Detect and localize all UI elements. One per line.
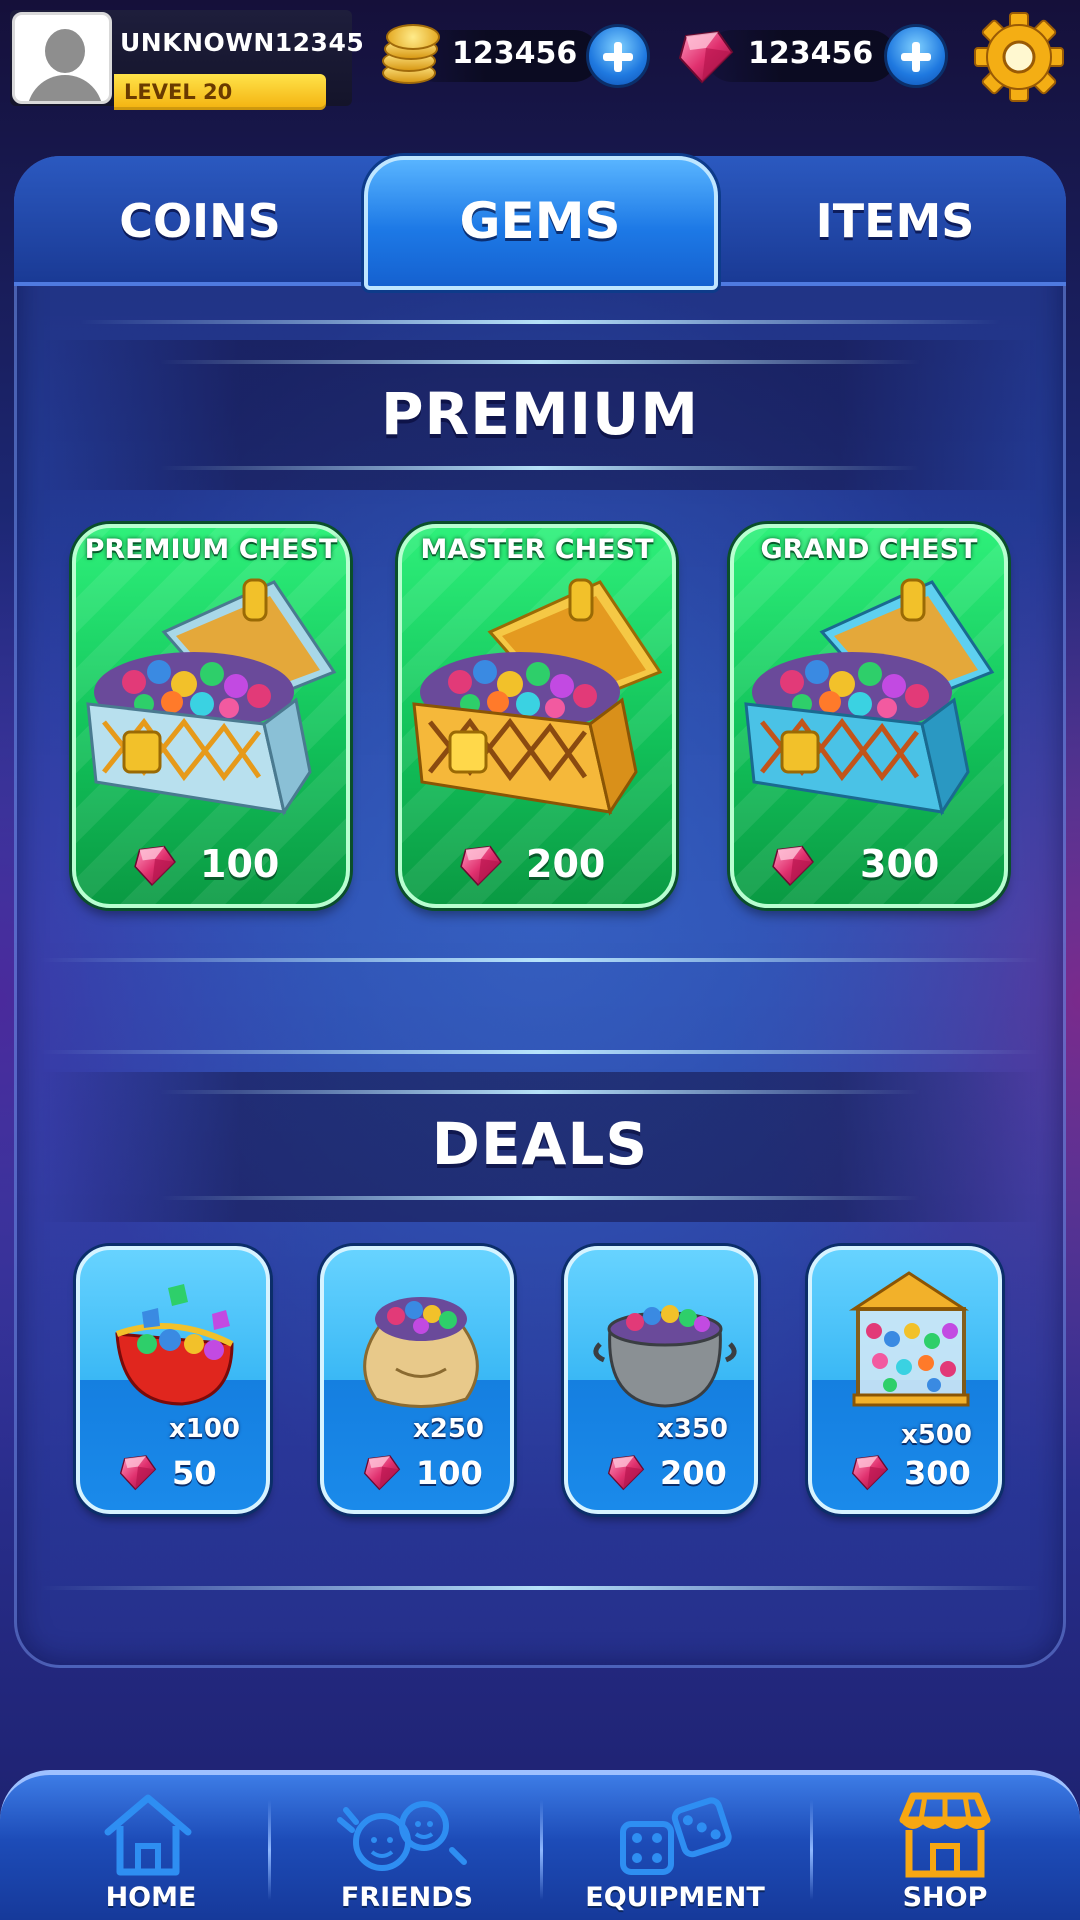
- gems-amount: 123456: [748, 36, 874, 71]
- chest-card-master[interactable]: MASTER CHEST 200: [398, 524, 676, 908]
- tab-coins[interactable]: COINS: [60, 156, 340, 286]
- settings-gear-icon[interactable]: [974, 12, 1064, 102]
- chest-name: GRAND CHEST: [760, 534, 978, 565]
- chest-price: 300: [734, 836, 1004, 892]
- nav-label: EQUIPMENT: [585, 1882, 765, 1913]
- username: UNKNOWN12345: [120, 28, 365, 57]
- level-label: LEVEL 20: [124, 80, 233, 104]
- gem-crate-icon: [848, 1271, 970, 1407]
- avatar-body: [27, 75, 103, 101]
- friends-icon: [337, 1801, 467, 1871]
- divider: [160, 1196, 920, 1200]
- deal-price: 50: [80, 1450, 266, 1496]
- level-badge: LEVEL 20: [114, 74, 326, 110]
- player-profile[interactable]: UNKNOWN12345 LEVEL 20: [10, 10, 364, 110]
- chest-card-grand[interactable]: GRAND CHEST 300: [730, 524, 1008, 908]
- gem-icon: [850, 1452, 890, 1492]
- gold-chest-icon: [412, 578, 663, 816]
- chest-price: 200: [402, 836, 672, 892]
- deal-card-350[interactable]: x350 200: [564, 1246, 758, 1514]
- gem-icon: [132, 842, 178, 888]
- divider: [160, 466, 920, 470]
- deal-price: 300: [812, 1450, 998, 1496]
- add-gems-button[interactable]: [884, 24, 948, 88]
- chest-price-value: 200: [526, 842, 606, 886]
- deal-card-100[interactable]: x100 50: [76, 1246, 270, 1514]
- deal-card-500[interactable]: x500 300: [808, 1246, 1002, 1514]
- chest-price-value: 100: [200, 842, 280, 886]
- divider: [40, 1050, 1040, 1054]
- blue-chest-icon: [744, 578, 995, 816]
- divider: [160, 1090, 920, 1094]
- silver-chest-icon: [86, 578, 337, 816]
- coins-icon: [380, 22, 440, 86]
- gem-icon: [362, 1452, 402, 1492]
- nav-label: HOME: [105, 1882, 197, 1913]
- deal-price: 200: [568, 1450, 754, 1496]
- deal-card-250[interactable]: x250 100: [320, 1246, 514, 1514]
- nav-shop[interactable]: SHOP: [810, 1780, 1080, 1920]
- chest-name: PREMIUM CHEST: [84, 534, 338, 565]
- gem-icon: [676, 26, 736, 86]
- gem-purse-icon: [115, 1284, 234, 1406]
- coins-amount: 123456: [452, 36, 578, 71]
- gem-cauldron-icon: [593, 1305, 737, 1408]
- gem-icon: [606, 1452, 646, 1492]
- deal-price: 100: [324, 1450, 510, 1496]
- nav-friends[interactable]: FRIENDS: [272, 1780, 542, 1920]
- deal-price-value: 100: [416, 1454, 483, 1492]
- nav-equipment[interactable]: EQUIPMENT: [540, 1780, 810, 1920]
- nav-home[interactable]: HOME: [8, 1780, 278, 1920]
- chest-name: MASTER CHEST: [420, 534, 654, 565]
- divider: [80, 320, 1000, 324]
- tab-gems[interactable]: GEMS: [370, 156, 710, 286]
- deal-price-value: 200: [660, 1454, 727, 1492]
- chest-card-premium[interactable]: PREMIUM CHEST 100: [72, 524, 350, 908]
- chest-price-value: 300: [860, 842, 940, 886]
- deal-price-value: 300: [904, 1454, 971, 1492]
- home-icon: [104, 1794, 192, 1876]
- deal-quantity: x350: [656, 1414, 728, 1444]
- gem-sack-icon: [363, 1297, 479, 1408]
- nav-label: FRIENDS: [340, 1882, 474, 1913]
- deal-price-value: 50: [172, 1454, 217, 1492]
- add-coins-button[interactable]: [586, 24, 650, 88]
- gem-icon: [770, 842, 816, 888]
- nav-label: SHOP: [902, 1882, 988, 1913]
- shop-icon: [899, 1792, 991, 1878]
- chest-price: 100: [76, 836, 346, 892]
- deal-quantity: x250: [412, 1414, 484, 1444]
- tab-items[interactable]: ITEMS: [750, 156, 1040, 286]
- deal-quantity: x500: [900, 1420, 972, 1450]
- section-title-deals: DEALS: [431, 1110, 649, 1178]
- avatar-head: [45, 29, 85, 73]
- deal-quantity: x100: [168, 1414, 240, 1444]
- section-title-premium: PREMIUM: [381, 380, 699, 448]
- divider: [40, 958, 1040, 962]
- avatar[interactable]: [12, 12, 112, 104]
- gem-icon: [118, 1452, 158, 1492]
- divider: [40, 1586, 1040, 1590]
- dice-icon: [620, 1797, 732, 1875]
- gems-balance: 123456: [676, 22, 956, 90]
- divider: [160, 360, 920, 364]
- gem-icon: [458, 842, 504, 888]
- coins-balance: 123456: [380, 22, 660, 90]
